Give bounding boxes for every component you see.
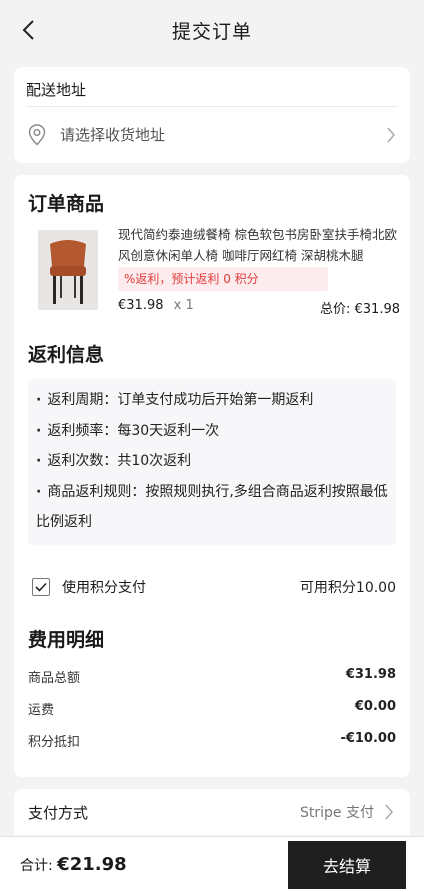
header: 提交订单 — [0, 0, 424, 60]
chevron-left-icon — [22, 20, 34, 40]
rebate-section-title: 返利信息 — [28, 344, 105, 366]
product-quantity: x 1 — [173, 298, 194, 313]
available-points: 可用积分10.00 — [299, 580, 396, 596]
total-label: 合计: — [20, 858, 53, 874]
page-title: 提交订单 — [171, 20, 252, 43]
address-section-title: 配送地址 — [26, 67, 398, 107]
fee-row-shipping: 运费 €0.00 — [28, 699, 396, 718]
payment-method-value: Stripe 支付 — [300, 805, 374, 821]
rebate-cycle: 返利周期：订单支付成功后开始第一期返利 — [36, 385, 388, 416]
use-points-row: 使用积分支付 可用积分10.00 — [32, 575, 396, 599]
rebate-count: 返利次数：共10次返利 — [36, 446, 388, 477]
chevron-right-icon — [382, 803, 396, 821]
total-amount: €21.98 — [57, 854, 127, 875]
rebate-tag: %返利，预计返利 0 积分 — [118, 267, 328, 291]
chevron-right-icon — [384, 126, 398, 144]
fee-section-title: 费用明细 — [28, 629, 105, 651]
checkout-button[interactable]: 去结算 — [288, 840, 406, 889]
rebate-frequency: 返利频率：每30天返利一次 — [36, 416, 388, 447]
fee-value: €31.98 — [345, 667, 396, 682]
fee-label: 运费 — [28, 703, 55, 718]
rebate-rule: 商品返利规则：按照规则执行,多组合商品返利按照最低比例返利 — [36, 477, 388, 538]
order-card: 订单商品 现代简约泰迪绒餐椅 棕色软包书房卧室扶手椅北欧风创意休闲单人椅 咖啡厅… — [14, 175, 410, 777]
address-card: 配送地址 请选择收货地址 — [14, 67, 410, 163]
fee-value: -€10.00 — [340, 731, 396, 746]
product-image — [38, 230, 98, 310]
payment-method-label: 支付方式 — [28, 803, 89, 822]
product-name: 现代简约泰迪绒餐椅 棕色软包书房卧室扶手椅北欧风创意休闲单人椅 咖啡厅网红椅 深… — [118, 227, 397, 263]
use-points-checkbox[interactable] — [32, 578, 50, 596]
product-total: 总价: €31.98 — [320, 302, 400, 317]
back-button[interactable] — [14, 16, 42, 44]
order-total: 合计: €21.98 — [20, 854, 288, 875]
fee-value: €0.00 — [354, 699, 396, 714]
product-price: €31.98 — [118, 298, 164, 313]
fee-label: 商品总额 — [28, 671, 81, 686]
address-placeholder: 请选择收货地址 — [60, 126, 166, 144]
fee-row-subtotal: 商品总额 €31.98 — [28, 667, 396, 686]
fee-label: 积分抵扣 — [28, 735, 81, 750]
payment-method-row[interactable]: 支付方式 Stripe 支付 — [14, 789, 410, 835]
location-pin-icon — [26, 123, 48, 146]
order-section-title: 订单商品 — [28, 193, 105, 215]
checkmark-icon — [35, 582, 47, 592]
fee-row-points-deduction: 积分抵扣 -€10.00 — [28, 731, 396, 750]
price-row: €31.98 x 1 总价: €31.98 — [118, 298, 400, 317]
select-address-row[interactable]: 请选择收货地址 — [26, 107, 398, 162]
use-points-label: 使用积分支付 — [62, 580, 146, 596]
checkout-bar: 合计: €21.98 去结算 — [0, 836, 424, 892]
rebate-info-box: 返利周期：订单支付成功后开始第一期返利 返利频率：每30天返利一次 返利次数：共… — [28, 379, 396, 545]
product-item: 现代简约泰迪绒餐椅 棕色软包书房卧室扶手椅北欧风创意休闲单人椅 咖啡厅网红椅 深… — [38, 227, 400, 317]
